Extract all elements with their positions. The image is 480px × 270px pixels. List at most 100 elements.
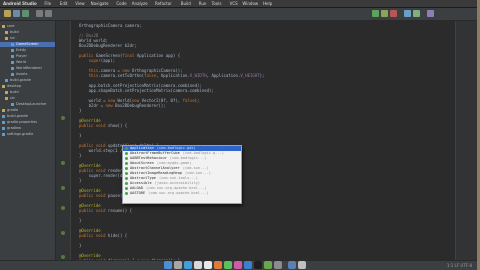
sync-icon[interactable]: [22, 10, 29, 17]
avd-manager-icon[interactable]: [413, 10, 420, 17]
safari-icon[interactable]: [184, 261, 192, 269]
itunes-icon[interactable]: [234, 261, 242, 269]
menu-item[interactable]: Code: [116, 0, 126, 7]
tree-item[interactable]: build: [0, 30, 55, 35]
completion-name: AbstractType: [130, 176, 156, 180]
tree-item[interactable]: Entity: [0, 48, 55, 53]
file-icon: [2, 132, 5, 136]
help-icon[interactable]: [427, 10, 434, 17]
code-line: }: [79, 153, 81, 158]
tree-item[interactable]: build.gradle: [0, 114, 55, 119]
project-tree-panel: core build src GameScreen Entity Player World W…: [0, 21, 56, 260]
sdk-manager-icon[interactable]: [404, 10, 411, 17]
save-icon[interactable]: [13, 10, 20, 17]
tree-item[interactable]: src: [0, 36, 55, 41]
stop-icon[interactable]: [390, 10, 397, 17]
debug-icon[interactable]: [381, 10, 388, 17]
open-folder-icon[interactable]: [4, 10, 11, 17]
code-line: }: [79, 218, 81, 223]
launchpad-icon[interactable]: [174, 261, 182, 269]
menu-item[interactable]: Analyze: [132, 0, 148, 7]
tree-item[interactable]: src: [0, 96, 55, 101]
code-line: app.shapeBatch.setProjectionMatrix(camer…: [79, 88, 214, 93]
code-line: b2dr = new Box2DDebugRenderer();: [79, 103, 166, 108]
class-icon: [125, 182, 128, 185]
code-token: }: [79, 133, 82, 138]
android-studio-icon[interactable]: [264, 261, 272, 269]
run-icon[interactable]: [372, 10, 379, 17]
menu-item[interactable]: Refactor: [155, 0, 172, 7]
menu-item[interactable]: Edit: [60, 0, 68, 7]
menu-item[interactable]: File: [44, 0, 51, 7]
tree-item-label: build.gradle: [7, 114, 28, 118]
code-editor[interactable]: OrthographicCamera camera;// Box2D World …: [71, 21, 455, 260]
tree-item[interactable]: gradle: [0, 108, 55, 113]
menu-item[interactable]: Build: [181, 0, 191, 7]
override-marker-icon[interactable]: [61, 231, 65, 235]
menu-item[interactable]: Window: [242, 0, 258, 7]
tree-item[interactable]: World: [0, 60, 55, 65]
override-marker-icon[interactable]: [61, 255, 65, 259]
menu-item[interactable]: Help: [263, 0, 272, 7]
code-token: super: [79, 58, 101, 63]
app-store-icon[interactable]: [244, 261, 252, 269]
code-line: }: [79, 243, 81, 248]
file-icon: [11, 48, 14, 52]
code-token: public void: [79, 193, 108, 198]
undo-icon[interactable]: [36, 10, 43, 17]
tree-item[interactable]: Assets: [0, 72, 55, 77]
code-line: OrthographicCamera camera;: [79, 23, 142, 28]
menu-item[interactable]: Navigate: [91, 0, 109, 7]
completion-name: AbstractImageReadingHeap: [130, 171, 182, 175]
tree-item[interactable]: build.gradle: [0, 78, 55, 83]
tree-item[interactable]: gradle.properties: [0, 120, 55, 125]
completion-name: Application: [130, 146, 154, 150]
calendar-icon[interactable]: [204, 261, 212, 269]
trash-icon[interactable]: [298, 261, 306, 269]
code-line: }: [79, 178, 81, 183]
messages-icon[interactable]: [224, 261, 232, 269]
menu-item[interactable]: Run: [199, 0, 207, 7]
file-icon: [11, 102, 14, 106]
tree-item[interactable]: GameScreen: [0, 42, 55, 47]
photos-icon[interactable]: [214, 261, 222, 269]
tree-item[interactable]: Player: [0, 54, 55, 59]
system-preferences-icon[interactable]: [274, 261, 282, 269]
downloads-icon[interactable]: [288, 261, 296, 269]
completion-name: AboutScreen: [130, 161, 154, 165]
completion-item[interactable]: AASTORE (com.sun.org.apache.bcel...): [123, 191, 241, 196]
terminal-icon[interactable]: [254, 261, 262, 269]
code-line: public void resume() {: [79, 208, 132, 213]
redo-icon[interactable]: [45, 10, 52, 17]
override-marker-icon[interactable]: [61, 116, 65, 120]
code-token: app.shapeBatch.setProjectionMatrix(camer…: [79, 88, 214, 93]
completion-name: AABBTestBehaviour: [130, 156, 167, 160]
menu-item[interactable]: Android Studio: [3, 0, 37, 7]
code-token: world.step(1 /: [79, 148, 125, 153]
tree-item[interactable]: gradlew: [0, 126, 55, 131]
override-marker-icon[interactable]: [61, 206, 65, 210]
tree-item-label: gradle: [7, 108, 19, 112]
tree-item[interactable]: WorldRenderer: [0, 66, 55, 71]
menu-item[interactable]: VCS: [230, 0, 238, 7]
file-icon: [11, 66, 14, 70]
code-token: V_WIDTH: [189, 73, 207, 78]
folder-icon: [5, 36, 8, 40]
tree-item[interactable]: build: [0, 90, 55, 95]
tree-item[interactable]: desktop: [0, 84, 55, 89]
class-icon: [125, 152, 128, 155]
code-completion-popup[interactable]: Application (com.badlogic.gdx) AbstractFra…: [122, 145, 242, 204]
menu-item[interactable]: Tools: [212, 0, 222, 7]
menu-item[interactable]: View: [75, 0, 85, 7]
finder-icon[interactable]: [164, 261, 172, 269]
override-marker-icon[interactable]: [61, 186, 65, 190]
tree-item[interactable]: core: [0, 24, 55, 29]
code-token: }: [79, 108, 82, 113]
tree-item-label: core: [7, 24, 15, 28]
tree-item[interactable]: DesktopLauncher: [0, 102, 55, 107]
completion-name: AbstractChannelAnalyzer: [130, 166, 180, 170]
override-marker-icon[interactable]: [61, 161, 65, 165]
mail-icon[interactable]: [194, 261, 202, 269]
tree-item[interactable]: settings.gradle: [0, 132, 55, 137]
completion-package: (com.sun...): [182, 166, 209, 170]
